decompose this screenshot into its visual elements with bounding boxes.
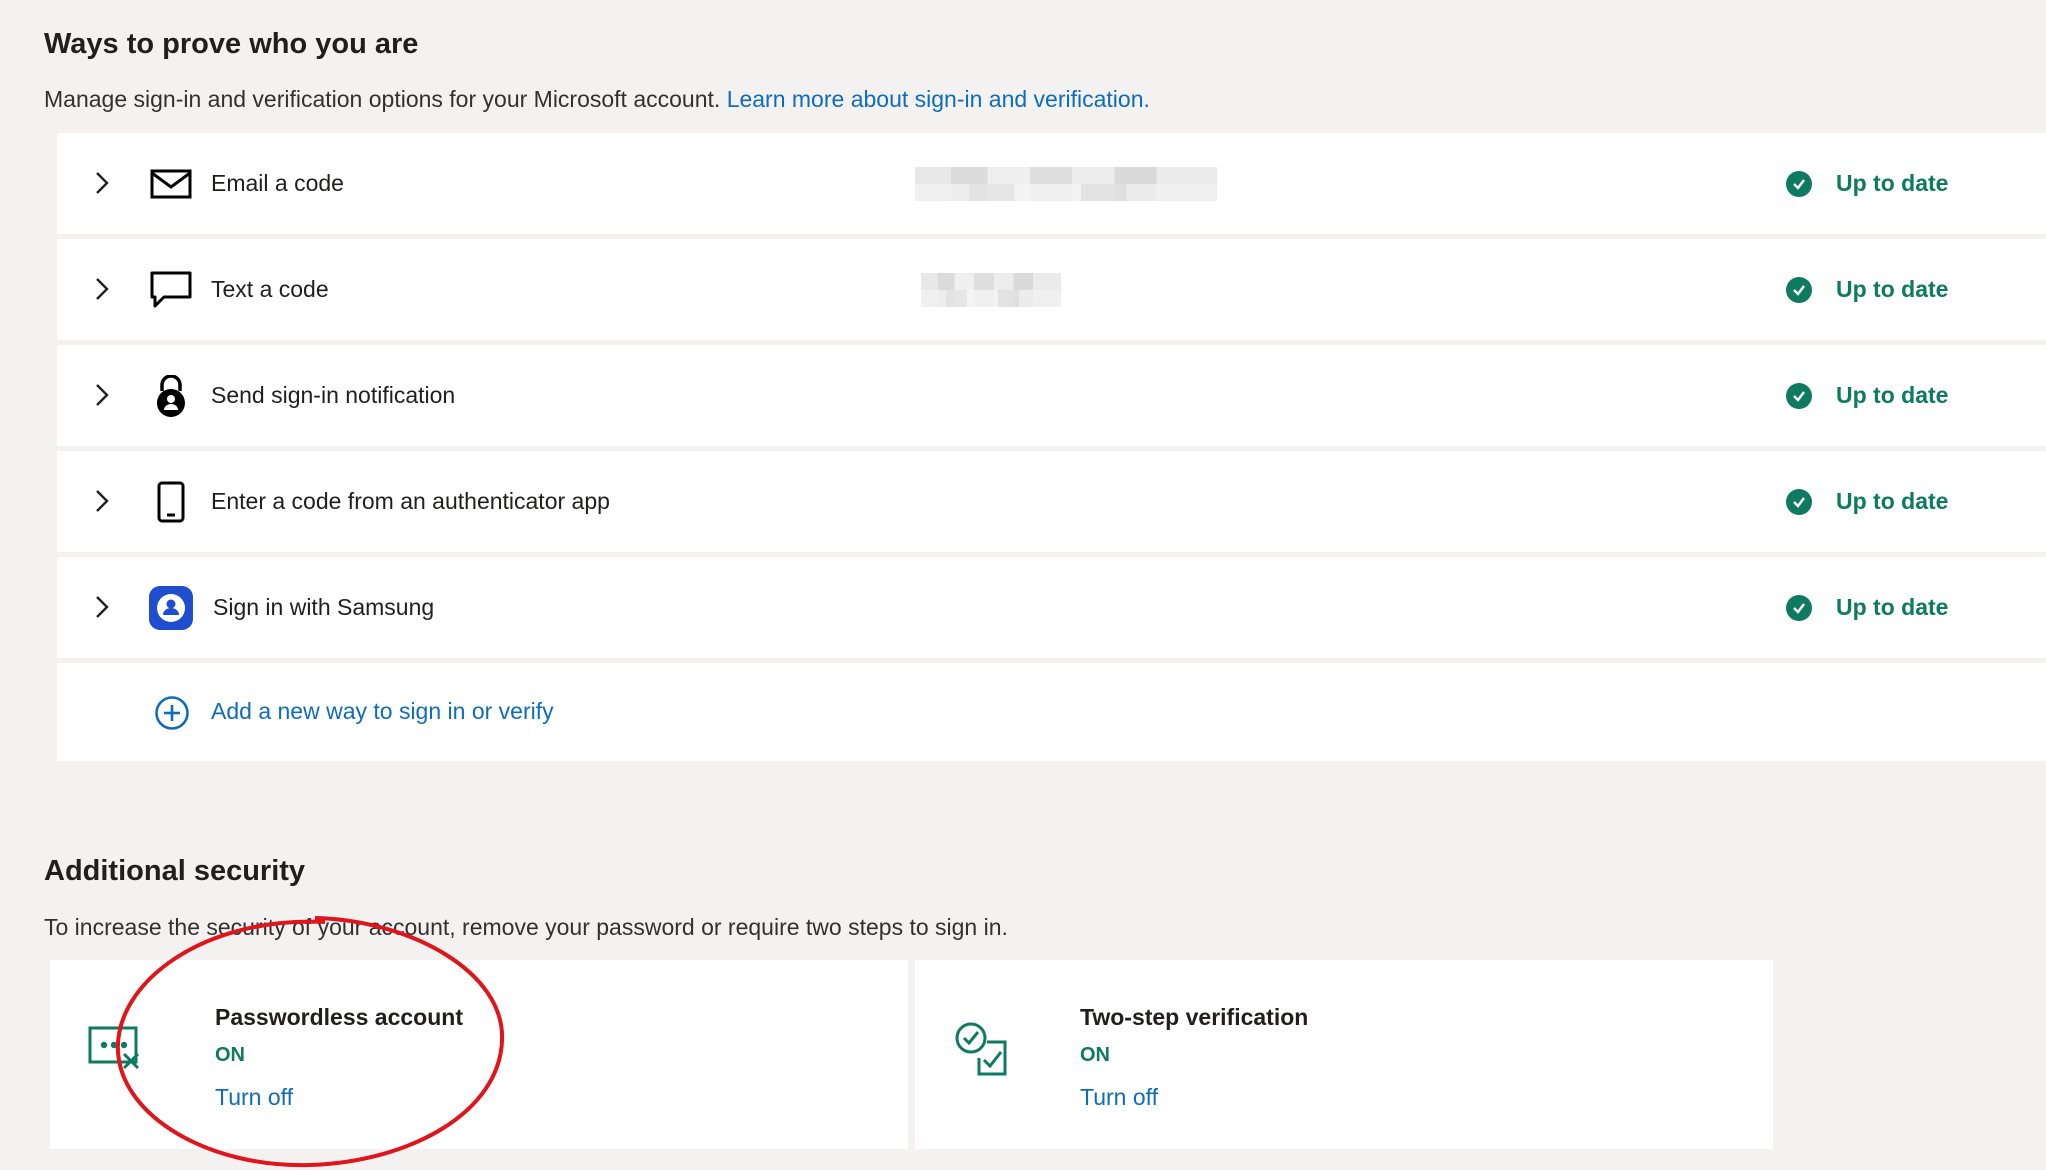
redacted-phone-value (921, 272, 1061, 307)
card-status: ON (215, 1044, 245, 1066)
two-step-card: Two-step verification ON Turn off (915, 960, 1773, 1149)
method-row-samsung[interactable]: Sign in with Samsung Up to date (57, 557, 2046, 658)
two-step-turn-off-link[interactable]: Turn off (1080, 1084, 1158, 1111)
ways-section-description: Manage sign-in and verification options … (44, 86, 1150, 113)
learn-more-link[interactable]: Learn more about sign-in and verificatio… (727, 86, 1150, 112)
check-circle-icon (1786, 170, 1812, 197)
chevron-right-icon[interactable] (89, 595, 113, 619)
status-text: Up to date (1836, 170, 1949, 196)
additional-security-description: To increase the security of your account… (44, 914, 1008, 940)
method-status: Up to date (1786, 276, 1948, 303)
check-circle-icon (1786, 382, 1812, 409)
check-circle-icon (1786, 594, 1812, 621)
chevron-right-icon[interactable] (89, 383, 113, 407)
method-row-authenticator[interactable]: Enter a code from an authenticator app U… (57, 451, 2046, 552)
status-text: Up to date (1836, 488, 1949, 514)
samsung-person-icon (149, 585, 193, 630)
add-method-row[interactable]: Add a new way to sign in or verify (57, 663, 2046, 761)
additional-security-title: Additional security (44, 855, 306, 887)
mail-icon (149, 162, 193, 206)
method-label: Enter a code from an authenticator app (211, 488, 610, 514)
method-label: Text a code (211, 276, 329, 302)
chevron-right-icon[interactable] (89, 489, 113, 513)
two-step-check-icon (955, 1022, 1007, 1076)
add-circle-icon[interactable] (154, 695, 190, 731)
passwordless-card: Passwordless account ON Turn off (50, 960, 908, 1149)
check-circle-icon (1786, 276, 1812, 303)
card-title: Passwordless account (215, 1004, 463, 1030)
method-label: Sign in with Samsung (213, 594, 435, 620)
ways-description-text: Manage sign-in and verification options … (44, 86, 721, 112)
method-row-notification[interactable]: Send sign-in notification Up to date (57, 345, 2046, 446)
method-label: Send sign-in notification (211, 382, 456, 408)
redacted-email-value (915, 166, 1217, 201)
chat-icon (149, 268, 193, 312)
ways-section-title: Ways to prove who you are (44, 28, 419, 60)
method-status: Up to date (1786, 488, 1948, 515)
chevron-right-icon[interactable] (89, 171, 113, 195)
method-status: Up to date (1786, 382, 1948, 409)
check-circle-icon (1786, 488, 1812, 515)
password-off-icon (88, 1026, 140, 1070)
status-text: Up to date (1836, 276, 1949, 302)
add-method-link[interactable]: Add a new way to sign in or verify (211, 698, 554, 725)
card-title: Two-step verification (1080, 1004, 1309, 1030)
lock-person-icon (149, 374, 193, 418)
status-text: Up to date (1836, 594, 1949, 620)
sign-in-methods-list: Email a code Up to date Text a code Up t… (57, 133, 2046, 761)
method-status: Up to date (1786, 170, 1948, 197)
passwordless-turn-off-link[interactable]: Turn off (215, 1084, 293, 1111)
method-row-email[interactable]: Email a code Up to date (57, 133, 2046, 234)
card-status: ON (1080, 1044, 1110, 1066)
chevron-right-icon[interactable] (89, 277, 113, 301)
method-status: Up to date (1786, 594, 1948, 621)
phone-icon (149, 480, 193, 524)
method-row-text[interactable]: Text a code Up to date (57, 239, 2046, 340)
status-text: Up to date (1836, 382, 1949, 408)
method-label: Email a code (211, 170, 344, 196)
